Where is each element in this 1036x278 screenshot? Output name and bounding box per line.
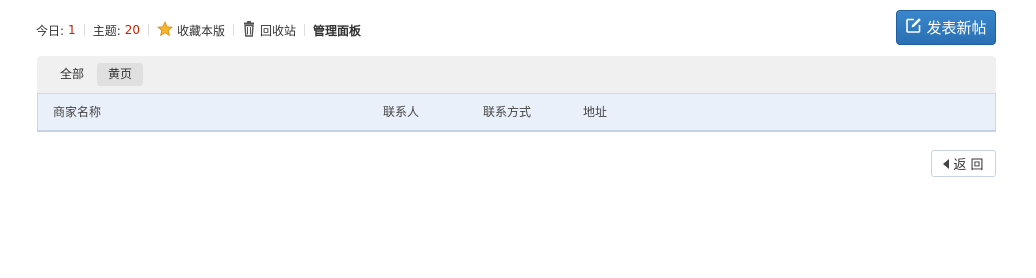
recycle-bin-link[interactable]: 回收站 [242, 20, 297, 40]
forum-board-page: 今日: 1 主题: 20 收藏本版 回收站 管理面板 发表新帖 全部 黄页 商家… [0, 0, 1036, 278]
favorite-board-link[interactable]: 收藏本版 [157, 20, 226, 40]
column-header-contact-person: 联系人 [383, 105, 420, 119]
column-header-contact-method: 联系方式 [483, 105, 532, 119]
category-tabs: 全部 黄页 [37, 56, 996, 93]
divider [233, 24, 235, 36]
tab-all[interactable]: 全部 [49, 63, 95, 86]
tab-yellow-pages[interactable]: 黄页 [97, 63, 144, 86]
recycle-bin-label: 回收站 [260, 23, 297, 38]
star-icon [157, 20, 174, 40]
table-header: 商家名称 联系人 联系方式 地址 [37, 93, 996, 132]
edit-icon [905, 17, 922, 38]
divider [304, 24, 306, 36]
caret-left-icon [943, 158, 950, 169]
board-stats-bar: 今日: 1 主题: 20 收藏本版 回收站 管理面板 [36, 20, 361, 40]
divider [83, 24, 85, 36]
back-label: 返 回 [953, 158, 984, 173]
divider [148, 24, 150, 36]
admin-panel-link[interactable]: 管理面板 [313, 22, 361, 39]
post-new-thread-button[interactable]: 发表新帖 [896, 10, 996, 45]
favorite-board-label: 收藏本版 [177, 23, 226, 38]
trash-icon [242, 20, 256, 40]
topics-stat: 主题: 20 [93, 22, 140, 39]
today-label: 今日: [36, 23, 65, 38]
topics-label: 主题: [92, 23, 121, 38]
today-stat: 今日: 1 [36, 22, 76, 39]
topics-count: 20 [124, 23, 141, 37]
column-header-address: 地址 [583, 105, 608, 119]
back-button[interactable]: 返 回 [931, 150, 996, 177]
post-new-thread-label: 发表新帖 [926, 19, 987, 37]
today-count: 1 [68, 23, 76, 37]
column-header-merchant-name: 商家名称 [53, 105, 102, 119]
